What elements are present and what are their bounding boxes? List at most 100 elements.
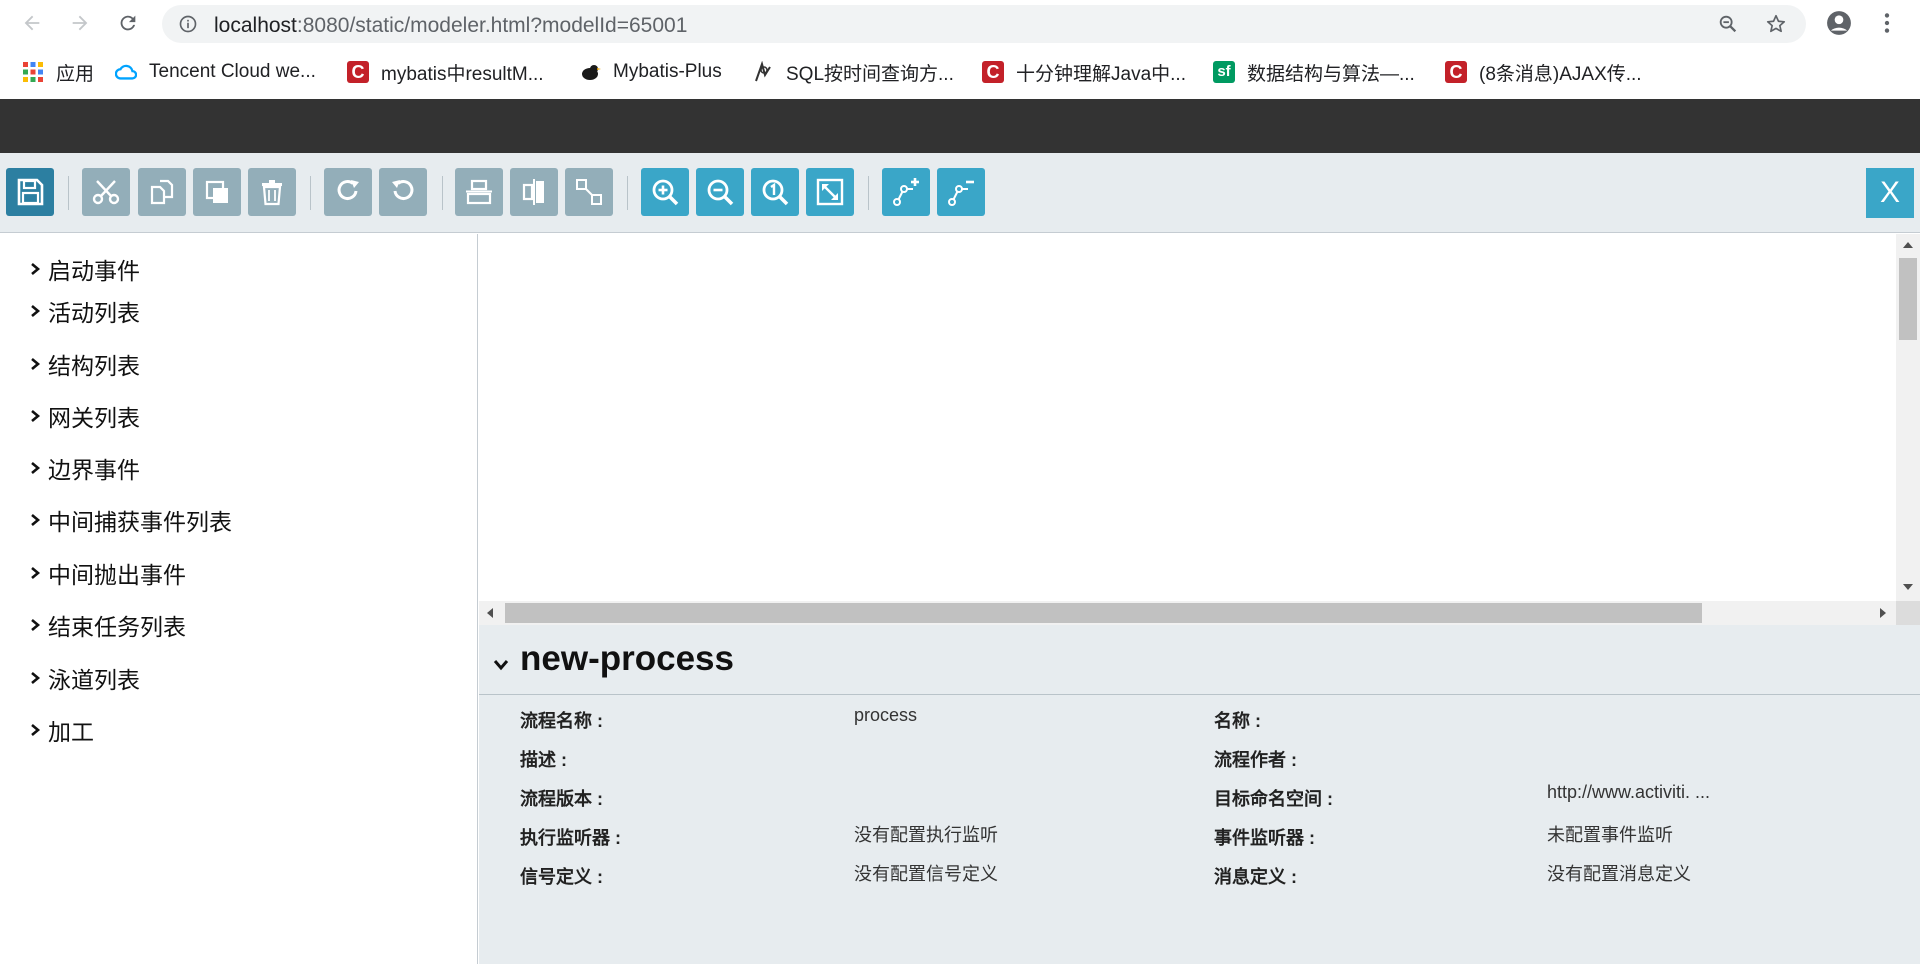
vertical-scroll-thumb[interactable] [1899,258,1917,340]
add-bendpoint-button[interactable] [882,168,930,216]
cut-button[interactable] [82,168,130,216]
chevron-right-icon [31,305,41,317]
palette-group-start-events[interactable]: 启动事件 [28,252,140,286]
scroll-left-arrow-icon[interactable] [485,605,495,621]
zoom-page-icon[interactable] [1717,13,1739,35]
star-bookmark-icon[interactable] [1765,13,1787,35]
prop-label-target-namespace: 目标命名空间 : [1214,789,1333,809]
bookmark-ajax[interactable]: C (8条消息)AJAX传... [1445,59,1642,85]
bookmark-sql-time-query[interactable]: SQL按时间查询方... [752,59,954,85]
zoom-actual-button[interactable] [751,168,799,216]
zoom-in-icon [652,179,679,206]
forward-button[interactable] [66,9,94,37]
copy-button[interactable] [138,168,186,216]
palette-group-processing[interactable]: 加工 [28,713,94,747]
arrow-left-icon [24,15,40,31]
address-bar[interactable]: localhost:8080/static/modeler.html?model… [162,5,1806,43]
process-title: new-process [520,639,734,678]
chevron-right-icon [31,567,41,579]
bookmarks-bar: 应用 Tencent Cloud we... C mybatis中resultM… [0,52,1920,92]
bookmark-java-ten-minutes[interactable]: C 十分钟理解Java中... [982,59,1186,85]
prop-value-target-namespace[interactable]: http://www.activiti. ... [1547,782,1710,803]
toolbar-divider [68,176,69,210]
palette-group-boundary-events[interactable]: 边界事件 [28,451,140,485]
undo-button[interactable] [379,168,427,216]
horizontal-scroll-thumb[interactable] [505,603,1702,623]
bookmark-data-structures[interactable]: sf 数据结构与算法—... [1213,59,1415,85]
close-editor-button[interactable]: X [1866,168,1914,218]
segmentfault-icon: sf [1213,61,1235,83]
trash-icon [262,180,282,206]
palette-group-activities[interactable]: 活动列表 [28,294,140,328]
url-text[interactable]: localhost:8080/static/modeler.html?model… [214,14,687,38]
redo-button[interactable] [324,168,372,216]
paste-icon [205,180,228,203]
scroll-down-arrow-icon[interactable] [1900,582,1916,592]
toolbar-divider [310,176,311,210]
chevron-right-icon [31,619,41,631]
diagram-canvas[interactable] [479,234,1920,601]
prop-label-process-author: 流程作者 : [1214,750,1297,770]
prop-value-execution-listeners[interactable]: 没有配置执行监听 [854,821,998,847]
prop-value-event-listeners[interactable]: 未配置事件监听 [1547,821,1673,847]
prop-label-process-version: 流程版本 : [520,789,603,809]
mybatis-plus-bird-icon [579,61,601,83]
copy-icon [150,179,174,205]
palette-group-gateways[interactable]: 网关列表 [28,399,140,433]
chevron-right-icon [31,514,41,526]
paste-button[interactable] [193,168,241,216]
profile-avatar-icon[interactable] [1826,10,1852,36]
palette-group-swimlanes[interactable]: 泳道列表 [28,661,140,695]
bookmark-mybatis-plus[interactable]: Mybatis-Plus [579,59,722,85]
palette-group-intermediate-catch[interactable]: 中间捕获事件列表 [28,503,232,537]
palette-group-label: 网关列表 [48,405,140,431]
chevron-right-icon [31,724,41,736]
zoom-in-button[interactable] [641,168,689,216]
align-vertical-button[interactable] [510,168,558,216]
palette-group-end-events[interactable]: 结束任务列表 [28,608,186,642]
palette-group-label: 结构列表 [48,353,140,379]
prop-value-signal-definitions[interactable]: 没有配置信号定义 [854,860,998,886]
bookmark-mybatis-resultmap[interactable]: C mybatis中resultM... [347,59,544,85]
url-host: localhost [214,14,297,37]
scroll-up-arrow-icon[interactable] [1900,240,1916,250]
prop-label-name: 名称 : [1214,711,1261,731]
delete-button[interactable] [248,168,296,216]
palette-group-structures[interactable]: 结构列表 [28,347,140,381]
prop-value-process-name[interactable]: process [854,705,917,726]
same-size-button[interactable] [565,168,613,216]
properties-header[interactable]: new-process [479,625,1920,695]
bookmark-apps[interactable]: 应用 [22,59,94,85]
toolbar-divider [627,176,628,210]
palette-group-label: 中间抛出事件 [48,562,186,588]
bookmark-tencent-cloud[interactable]: Tencent Cloud we... [115,59,316,85]
scroll-right-arrow-icon[interactable] [1878,605,1888,621]
palette-group-label: 泳道列表 [48,667,140,693]
chevron-right-icon [31,462,41,474]
back-button[interactable] [18,9,46,37]
arrow-right-icon [72,15,88,31]
sql-site-icon [752,61,774,83]
zoom-fit-button[interactable] [806,168,854,216]
align-horizontal-button[interactable] [455,168,503,216]
info-icon[interactable] [178,14,198,34]
bookmark-label: Mybatis-Plus [613,61,722,82]
align-vertical-icon [522,179,544,205]
chevron-right-icon [31,358,41,370]
palette-group-intermediate-throw[interactable]: 中间抛出事件 [28,556,186,590]
bookmark-label: 十分钟理解Java中... [1016,63,1186,85]
zoom-out-button[interactable] [696,168,744,216]
save-button[interactable] [6,168,54,216]
remove-bendpoint-button[interactable] [937,168,985,216]
chevron-right-icon [31,263,41,275]
app-header-bar [0,99,1920,153]
prop-value-message-definitions[interactable]: 没有配置消息定义 [1547,860,1691,886]
chevron-down-icon[interactable] [492,656,510,674]
same-size-icon [576,179,602,205]
scrollbar-corner [1896,601,1920,625]
scissors-icon [92,180,120,205]
reload-button[interactable] [114,9,142,37]
palette-group-label: 加工 [48,719,94,745]
zoom-actual-icon [762,179,789,206]
more-menu-icon[interactable] [1874,10,1900,36]
